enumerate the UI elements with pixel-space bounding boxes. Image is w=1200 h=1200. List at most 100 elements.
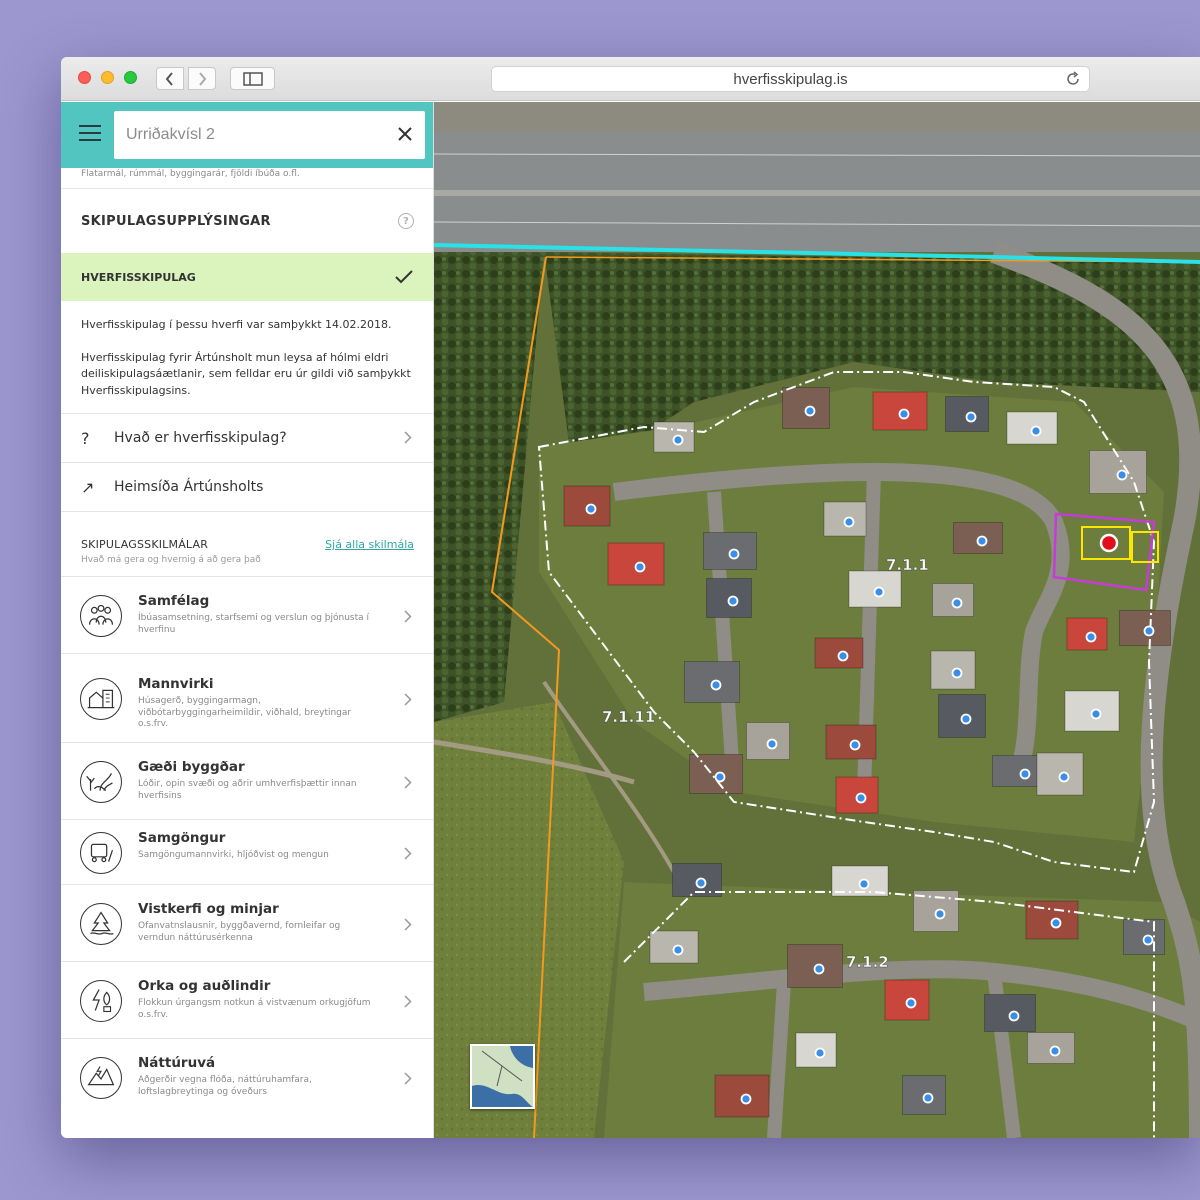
checkmark-icon: [395, 270, 413, 284]
minimap-toggle[interactable]: [470, 1044, 535, 1109]
category-description: Samgöngumannvirki, hljóðvist og mengun: [138, 850, 329, 860]
aerial-map[interactable]: 7.1.1 7.1.11 7.1.2: [434, 102, 1200, 1138]
address-bar[interactable]: hverfisskipulag.is: [491, 66, 1090, 92]
property-marker[interactable]: [873, 586, 885, 598]
property-marker[interactable]: [1008, 1010, 1020, 1022]
selected-property-marker[interactable]: [1099, 533, 1119, 553]
chevron-left-icon: [165, 71, 173, 86]
help-icon[interactable]: ?: [398, 213, 414, 229]
zone-label: 7.1.11: [602, 708, 655, 726]
hazard-icon: [80, 1057, 122, 1099]
neighborhood-homepage-link[interactable]: ↗ Heimsíða Ártúnsholts: [61, 463, 433, 511]
property-marker[interactable]: [766, 738, 778, 750]
map-street: [767, 981, 791, 1138]
property-marker[interactable]: [672, 944, 684, 956]
category-row[interactable]: Mannvirki Húsagerð, byggingarmagn, viðbót…: [61, 653, 433, 742]
property-marker[interactable]: [740, 1093, 752, 1105]
category-title: Samfélag: [138, 593, 210, 609]
property-marker[interactable]: [855, 792, 867, 804]
property-marker[interactable]: [634, 561, 646, 573]
property-marker[interactable]: [804, 405, 816, 417]
minimize-window-button[interactable]: [101, 71, 114, 84]
search-box: [114, 111, 425, 159]
zoom-window-button[interactable]: [124, 71, 137, 84]
menu-icon[interactable]: [79, 125, 101, 142]
terms-header: SKIPULAGSSKILMÁLAR Hvað má gera og hvern…: [61, 512, 433, 576]
map-highway-median: [434, 190, 1200, 196]
property-marker[interactable]: [813, 963, 825, 975]
active-plan-label: HVERFISSKIPULAG: [81, 270, 196, 284]
property-marker[interactable]: [951, 667, 963, 679]
what-is-plan-link[interactable]: ? Hvað er hverfisskipulag?: [61, 414, 433, 462]
category-row[interactable]: Samfélag Íbúasamsetning, starfsemi og ver…: [61, 576, 433, 653]
property-marker[interactable]: [960, 713, 972, 725]
property-marker[interactable]: [710, 679, 722, 691]
property-marker[interactable]: [843, 516, 855, 528]
property-marker[interactable]: [814, 1047, 826, 1059]
category-title: Samgöngur: [138, 830, 226, 846]
category-row[interactable]: Orka og auðlindir Flokkun úrgangsm notkun…: [61, 961, 433, 1038]
search-input[interactable]: [126, 126, 376, 144]
back-button[interactable]: [156, 67, 184, 90]
category-description: Ofanvatnslausnir, byggðavernd, fornleifa…: [138, 921, 341, 943]
property-marker[interactable]: [898, 408, 910, 420]
category-row[interactable]: Náttúruvá Aðgerðir vegna flóða, náttúruha…: [61, 1038, 433, 1115]
chevron-right-icon: [404, 995, 412, 1008]
property-marker[interactable]: [1116, 469, 1128, 481]
property-marker[interactable]: [695, 877, 707, 889]
property-marker[interactable]: [1050, 917, 1062, 929]
property-marker[interactable]: [849, 739, 861, 751]
chevron-right-icon: [199, 71, 207, 86]
property-marker[interactable]: [1049, 1045, 1061, 1057]
category-description: Íbúasamsetning, starfsemi og verslun og …: [138, 613, 370, 635]
zone-label: 7.1.2: [846, 953, 889, 971]
category-description: Aðgerðir vegna flóða, náttúruhamfara, lo…: [138, 1075, 312, 1097]
property-marker[interactable]: [858, 878, 870, 890]
browser-titlebar: hverfisskipulag.is: [61, 57, 1200, 101]
property-marker[interactable]: [714, 771, 726, 783]
property-marker[interactable]: [976, 535, 988, 547]
property-marker[interactable]: [1058, 771, 1070, 783]
chevron-right-icon: [404, 610, 412, 623]
minimap-thumbnail: [472, 1046, 533, 1107]
chevron-right-icon: [404, 918, 412, 931]
property-marker[interactable]: [922, 1092, 934, 1104]
forward-button[interactable]: [188, 67, 216, 90]
sidebar-icon: [242, 71, 263, 86]
browser-window: hverfisskipulag.is Flatarmál, rúmmál, by…: [61, 57, 1200, 1138]
property-marker[interactable]: [672, 434, 684, 446]
see-all-terms-link[interactable]: Sjá alla skilmála: [325, 538, 414, 551]
reload-icon[interactable]: [1065, 71, 1081, 87]
property-marker[interactable]: [837, 650, 849, 662]
property-marker[interactable]: [934, 908, 946, 920]
category-description: Lóðir, opin svæði og aðrir umhverfisþætt…: [138, 779, 357, 801]
sidebar-content: Flatarmál, rúmmál, byggingarár, fjöldi í…: [61, 168, 433, 1115]
sidebar-toggle-button[interactable]: [230, 67, 275, 90]
property-marker[interactable]: [1142, 934, 1154, 946]
active-plan-row[interactable]: HVERFISSKIPULAG: [61, 253, 433, 301]
property-marker[interactable]: [951, 597, 963, 609]
category-row[interactable]: Gæði byggðar Lóðir, opin svæði og aðrir u…: [61, 742, 433, 819]
sidebar-panel: Flatarmál, rúmmál, byggingarár, fjöldi í…: [61, 102, 434, 1138]
planning-info-header: SKIPULAGSUPPLÝSINGAR ?: [61, 189, 433, 253]
question-icon: ?: [81, 428, 90, 448]
close-icon[interactable]: [397, 126, 413, 142]
category-list: Samfélag Íbúasamsetning, starfsemi og ver…: [61, 576, 433, 1115]
property-marker[interactable]: [728, 548, 740, 560]
map-view[interactable]: 7.1.1 7.1.11 7.1.2: [434, 102, 1200, 1138]
property-marker[interactable]: [585, 503, 597, 515]
property-marker[interactable]: [1030, 425, 1042, 437]
property-marker[interactable]: [905, 997, 917, 1009]
property-marker[interactable]: [1085, 631, 1097, 643]
property-marker[interactable]: [1143, 625, 1155, 637]
category-row[interactable]: Samgöngur Samgöngumannvirki, hljóðvist og…: [61, 819, 433, 884]
plan-description: Hverfisskipulag í þessu hverfi var samþy…: [61, 301, 433, 413]
property-marker[interactable]: [1019, 768, 1031, 780]
close-window-button[interactable]: [78, 71, 91, 84]
property-marker[interactable]: [727, 595, 739, 607]
category-row[interactable]: Vistkerfi og minjar Ofanvatnslausnir, byg…: [61, 884, 433, 961]
property-marker[interactable]: [965, 411, 977, 423]
zone-label: 7.1.1: [886, 556, 929, 574]
category-title: Gæði byggðar: [138, 759, 245, 775]
property-marker[interactable]: [1090, 708, 1102, 720]
